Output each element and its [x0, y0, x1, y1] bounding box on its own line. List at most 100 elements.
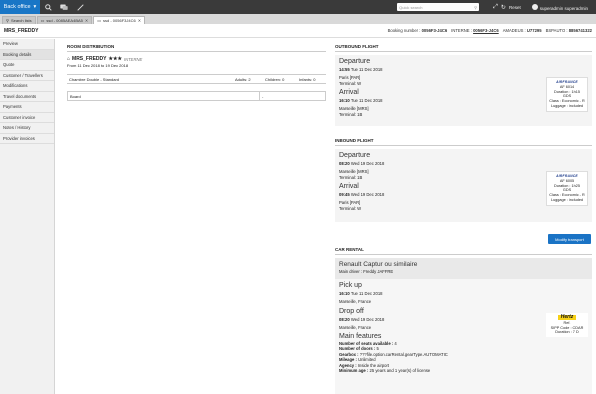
interne-label: INTERNE : — [451, 28, 472, 33]
sidebar-item-label: Notes / History — [3, 125, 31, 131]
car-rental-section: CAR RENTAL Renault Captur ou similaire M… — [335, 247, 592, 394]
sidebar-item-label: Provider invoices — [3, 135, 35, 141]
search-icon: ⚲ — [6, 18, 9, 23]
feature-label: Number of seats available : — [339, 341, 394, 346]
departure-date: Tue 11 Dec 2018 — [350, 67, 383, 72]
sidebar-item-customer-invoice[interactable]: Customer invoice — [0, 113, 54, 123]
sidebar-item-label: Modifications — [3, 83, 28, 89]
arrival-terminal: Terminal: W — [339, 205, 362, 211]
sidebar-item-label: Booking details — [3, 51, 32, 57]
expand-icon[interactable]: ⤢ — [493, 4, 498, 11]
car-details: Pick up 16:10 Tue 11 Dec 2018 Marseille,… — [335, 279, 592, 394]
feature-label: Mileage : — [339, 357, 357, 363]
rental-duration: Duration : 7 D — [555, 330, 579, 335]
sidebar-item-notes-history[interactable]: Notes / History — [0, 123, 54, 134]
feature-value: ???file.option.carRental.gearType.AUTOMA… — [359, 351, 448, 357]
dropoff-date: Wed 19 Dec 2018 — [350, 316, 385, 322]
feature-label: Number of doors : — [339, 346, 376, 352]
provider-tag: INTERNE — [123, 56, 143, 62]
booking-references: Booking number : 0056F3-J4C6 INTERNE : 0… — [388, 28, 592, 33]
close-icon[interactable]: ✕ — [85, 18, 88, 23]
room-type: Chambre Double - Standard — [69, 76, 120, 82]
pickup-date: Tue 11 Dec 2018 — [350, 291, 383, 296]
sidebar-item-booking-details[interactable]: Booking details — [0, 49, 54, 60]
feature-value: 5 — [376, 346, 379, 352]
back-office-menu-button[interactable]: Back office ▾ — [0, 0, 40, 14]
inbound-flight-card: Departure 08:20 Wed 19 Dec 2018 Marseill… — [335, 149, 592, 222]
user-menu[interactable]: superadmin superadmin — [531, 3, 588, 11]
adults-count: Adults: 2 — [235, 76, 251, 82]
arrival-terminal: Terminal: 1B — [339, 111, 363, 117]
quick-search-placeholder: Quick search — [399, 4, 423, 10]
booking-number: Booking number : 0056F3-J4C6 — [388, 28, 448, 33]
flight-info-card: AIRFRANCE AF 6014 Duration : 1h15 GDS Cl… — [546, 77, 588, 112]
section-title: CAR RENTAL — [335, 247, 592, 255]
sidebar-item-preview[interactable]: Preview — [0, 39, 54, 50]
amadeus-label: AMADEUS : — [502, 28, 526, 33]
folder-icon: ▭ — [97, 18, 102, 23]
board-row: Board - — [67, 91, 326, 101]
board-label: Board — [68, 92, 260, 100]
board-value: - — [262, 93, 264, 99]
feature-label: Gearbox : — [339, 351, 359, 357]
refresh-icon[interactable]: ↻ — [501, 4, 506, 11]
hertz-logo: Hertz — [557, 315, 577, 320]
interne-link[interactable]: 0056F3-J4C6 — [473, 28, 499, 33]
search-icon[interactable] — [40, 0, 56, 14]
modify-transport-button[interactable]: Modify transport — [548, 234, 591, 244]
topbar-actions: ⤢ ↻ Reset superadmin superadmin — [493, 3, 588, 11]
reset-button[interactable]: Reset — [509, 5, 521, 10]
tab-booking-0085[interactable]: ▭ ssd - 0085AEA4BA5 ✕ — [36, 16, 93, 24]
pickup-time: 16:10 — [339, 291, 350, 296]
sidebar-item-modifications[interactable]: Modifications — [0, 81, 54, 92]
pen-icon[interactable] — [72, 0, 88, 14]
chat-icon[interactable] — [56, 0, 72, 14]
departure-label: Departure — [339, 152, 371, 159]
tab-booking-0056[interactable]: ▭ ssd - 0056F3J4C6 ✕ — [93, 16, 146, 24]
feature-min-age: Minimum age : 25 years and 1 year(s) of … — [339, 368, 588, 373]
sidebar-item-label: Customer / Travellers — [3, 72, 43, 78]
departure-label: Departure — [339, 58, 371, 65]
sidebar-item-quote[interactable]: Quote — [0, 60, 54, 71]
tab-search-lists[interactable]: ⚲ Search lists — [2, 16, 36, 24]
hotel-name-row: ⌂ MRS_FREDDY ★★★ INTERNE — [67, 56, 326, 62]
children-count: Children: 0 — [265, 76, 285, 82]
avatar — [531, 3, 538, 10]
sidebar-item-customer-travellers[interactable]: Customer / Travellers — [0, 71, 54, 81]
amadeus-ref: AMADEUS : U77295 — [503, 28, 542, 33]
room-row: Chambre Double - Standard Adults: 2 Chil… — [67, 74, 326, 84]
feature-label: Agency : — [339, 362, 357, 368]
outbound-flight-card: Departure 14:55 Tue 11 Dec 2018 Paris [P… — [335, 55, 592, 126]
booking-header: MRS_FREDDY Booking number : 0056F3-J4C6 … — [0, 24, 596, 38]
sidebar-item-label: Quote — [3, 62, 15, 68]
search-icon: ⚲ — [474, 4, 478, 10]
hotel-name: MRS_FREDDY — [72, 56, 107, 62]
close-icon[interactable]: ✕ — [138, 18, 141, 23]
top-bar: Back office ▾ Quick search ⚲ ⤢ ↻ Reset s… — [0, 0, 596, 14]
sidebar-item-provider-invoices[interactable]: Provider invoices — [0, 134, 54, 144]
flight-luggage: Luggage : included — [550, 197, 584, 202]
arrival-time: 09:45 — [339, 192, 350, 197]
home-icon: ⌂ — [67, 56, 71, 62]
quick-search-input[interactable]: Quick search ⚲ — [397, 3, 480, 11]
sidebar-item-payments[interactable]: Payments — [0, 102, 54, 113]
dropoff-time: 08:20 — [339, 316, 350, 322]
car-header: Renault Captur ou similaire Main driver … — [335, 258, 592, 279]
feature-value: Unlimited — [358, 357, 376, 363]
arrival-time: 16:10 — [339, 98, 350, 103]
sidebar-item-label: Payments — [3, 104, 22, 110]
sidebar-item-travel-documents[interactable]: Travel documents — [0, 92, 54, 102]
feature-value: 4 — [394, 341, 397, 346]
sidebar-item-label: Customer invoice — [3, 114, 36, 120]
transport-column: OUTBOUND FLIGHT Departure 14:55 Tue 11 D… — [335, 44, 592, 222]
feature-label: Minimum age : — [339, 368, 369, 374]
departure-time: 14:55 — [339, 67, 350, 72]
section-title: OUTBOUND FLIGHT — [335, 44, 592, 52]
feature-value: Inside the airport — [357, 362, 390, 368]
departure-time: 08:20 — [339, 161, 350, 166]
stay-dates: From 11 Dec 2018 to 19 Dec 2018 — [67, 63, 129, 68]
rental-info-card: Hertz Ref. SIPP Code : CDAR Duration : 7… — [546, 313, 588, 338]
user-name: superadmin superadmin — [539, 5, 588, 11]
booking-number-value: 0056F3-J4C6 — [421, 28, 448, 33]
car-model: Renault Captur ou similaire — [339, 261, 418, 268]
